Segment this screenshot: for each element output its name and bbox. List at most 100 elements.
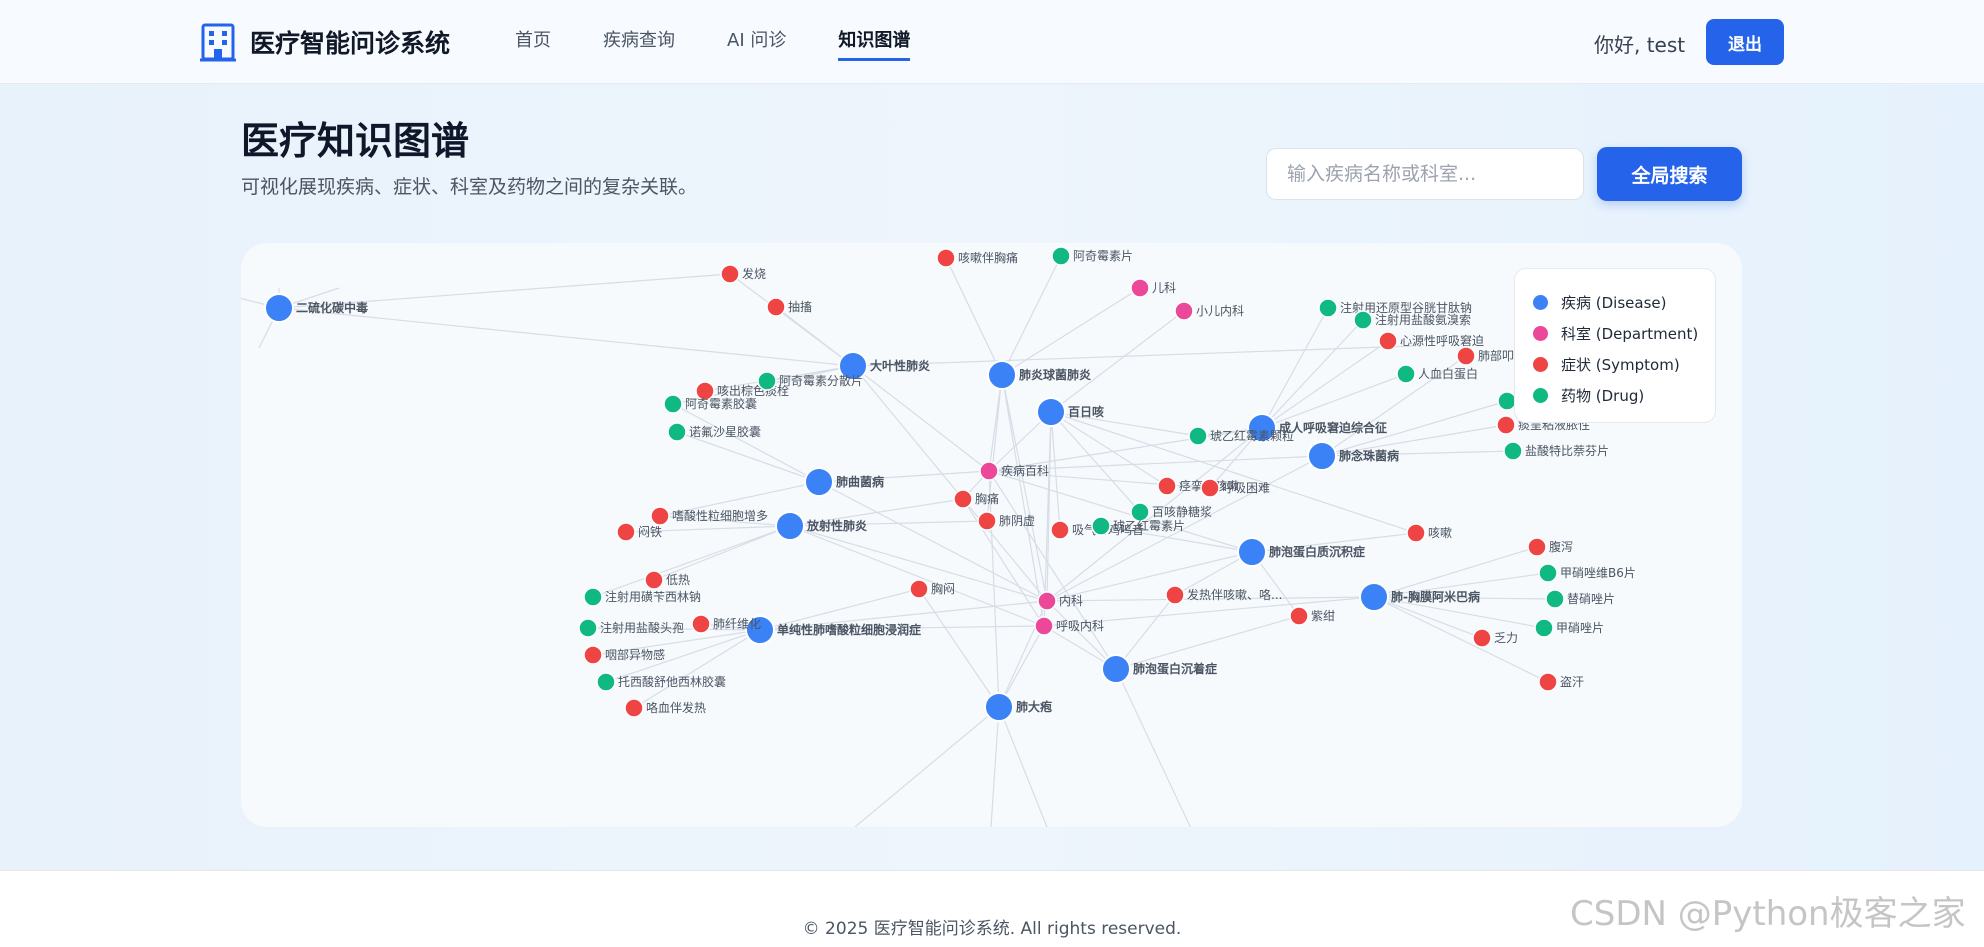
drug-node[interactable]: 人血白蛋白 xyxy=(1396,364,1478,384)
symptom-node-circle[interactable] xyxy=(1456,346,1476,366)
symptom-node[interactable]: 发热伴咳嗽、咯... xyxy=(1165,585,1282,605)
department-node[interactable]: 内科 xyxy=(1037,591,1083,611)
disease-node-circle[interactable] xyxy=(264,293,294,323)
symptom-node-circle[interactable] xyxy=(644,570,664,590)
disease-node[interactable]: 肺-胸膜阿米巴病 xyxy=(1359,582,1480,612)
symptom-node-circle[interactable] xyxy=(720,264,740,284)
symptom-node-circle[interactable] xyxy=(583,645,603,665)
disease-node[interactable]: 肺大疱 xyxy=(984,692,1052,722)
symptom-node[interactable]: 咳嗽 xyxy=(1406,523,1452,543)
symptom-node[interactable]: 肺纤维化 xyxy=(691,614,761,634)
disease-node-circle[interactable] xyxy=(1237,537,1267,567)
drug-node[interactable]: 琥乙红霉素片 xyxy=(1091,516,1185,536)
drug-node-circle[interactable] xyxy=(583,587,603,607)
drug-node-circle[interactable] xyxy=(1538,563,1558,583)
symptom-node[interactable]: 咯血伴发热 xyxy=(624,698,706,718)
drug-node[interactable]: 琥乙红霉素颗粒 xyxy=(1188,426,1294,446)
symptom-node[interactable]: 低热 xyxy=(644,570,690,590)
department-node-circle[interactable] xyxy=(1130,278,1150,298)
brand[interactable]: 医疗智能问诊系统 xyxy=(200,20,450,64)
symptom-node[interactable]: 抽搐 xyxy=(766,297,812,317)
disease-node[interactable]: 肺曲菌病 xyxy=(804,467,884,497)
symptom-node-circle[interactable] xyxy=(650,506,670,526)
drug-node-circle[interactable] xyxy=(1051,246,1071,266)
drug-node-circle[interactable] xyxy=(663,394,683,414)
knowledge-graph-canvas[interactable]: 二硫化碳中毒 大叶性肺炎 肺炎球菌肺炎 百日咳 成人呼吸窘迫综合征 肺念珠菌病 肺曲菌病 放射… xyxy=(241,243,1742,827)
logout-button[interactable]: 退出 xyxy=(1706,19,1784,65)
symptom-node[interactable]: 肺阴虚 xyxy=(977,511,1035,531)
drug-node-circle[interactable] xyxy=(1353,310,1373,330)
drug-node-circle[interactable] xyxy=(1188,426,1208,446)
symptom-node-circle[interactable] xyxy=(936,248,956,268)
symptom-node-circle[interactable] xyxy=(1200,478,1220,498)
drug-node[interactable]: 阿奇霉素胶囊 xyxy=(663,394,757,414)
drug-node-circle[interactable] xyxy=(1545,589,1565,609)
symptom-node-circle[interactable] xyxy=(1406,523,1426,543)
department-node[interactable]: 疾病百科 xyxy=(979,461,1049,481)
symptom-node-circle[interactable] xyxy=(1157,476,1177,496)
drug-node[interactable]: 甲硝唑维B6片 xyxy=(1538,563,1636,583)
symptom-node[interactable]: 盗汗 xyxy=(1538,672,1584,692)
disease-node-circle[interactable] xyxy=(804,467,834,497)
symptom-node-circle[interactable] xyxy=(1289,606,1309,626)
drug-node-circle[interactable] xyxy=(1396,364,1416,384)
drug-node[interactable]: 注射用盐酸头孢 xyxy=(578,618,684,638)
nav-knowledge-graph[interactable]: 知识图谱 xyxy=(838,26,911,61)
drug-node[interactable]: 替硝唑片 xyxy=(1545,589,1615,609)
department-node-circle[interactable] xyxy=(1174,301,1194,321)
department-node-circle[interactable] xyxy=(1037,591,1057,611)
symptom-node-circle[interactable] xyxy=(1472,628,1492,648)
search-input[interactable] xyxy=(1266,148,1584,200)
symptom-node[interactable]: 嗜酸性粒细胞增多 xyxy=(650,506,768,526)
symptom-node-circle[interactable] xyxy=(691,614,711,634)
department-node[interactable]: 儿科 xyxy=(1130,278,1176,298)
drug-node-circle[interactable] xyxy=(667,422,687,442)
drug-node-circle[interactable] xyxy=(1503,441,1523,461)
symptom-node-circle[interactable] xyxy=(953,489,973,509)
symptom-node-circle[interactable] xyxy=(1165,585,1185,605)
drug-node-circle[interactable] xyxy=(757,371,777,391)
symptom-node-circle[interactable] xyxy=(977,511,997,531)
drug-node-circle[interactable] xyxy=(1534,618,1554,638)
drug-node[interactable]: 托西酸舒他西林胶囊 xyxy=(596,672,726,692)
symptom-node[interactable]: 呼吸困难 xyxy=(1200,478,1270,498)
symptom-node-circle[interactable] xyxy=(1496,415,1516,435)
symptom-node-circle[interactable] xyxy=(1538,672,1558,692)
symptom-node-circle[interactable] xyxy=(1378,331,1398,351)
symptom-node-circle[interactable] xyxy=(1050,520,1070,540)
drug-node-circle[interactable] xyxy=(578,618,598,638)
symptom-node-circle[interactable] xyxy=(616,522,636,542)
disease-node-circle[interactable] xyxy=(1359,582,1389,612)
symptom-node[interactable]: 咳嗽伴胸痛 xyxy=(936,248,1018,268)
symptom-node-circle[interactable] xyxy=(1527,537,1547,557)
drug-node-circle[interactable] xyxy=(596,672,616,692)
disease-node-circle[interactable] xyxy=(775,511,805,541)
disease-node[interactable]: 肺炎球菌肺炎 xyxy=(987,360,1091,390)
symptom-node[interactable]: 腹泻 xyxy=(1527,537,1573,557)
global-search-button[interactable]: 全局搜索 xyxy=(1597,147,1742,201)
symptom-node-circle[interactable] xyxy=(909,579,929,599)
disease-node-circle[interactable] xyxy=(987,360,1017,390)
symptom-node[interactable]: 乏力 xyxy=(1472,628,1518,648)
nav-home[interactable]: 首页 xyxy=(515,26,551,61)
symptom-node[interactable]: 胸痛 xyxy=(953,489,999,509)
drug-node[interactable]: 阿奇霉素分散片 xyxy=(757,371,863,391)
symptom-node[interactable]: 胸闷 xyxy=(909,579,955,599)
disease-node[interactable]: 百日咳 xyxy=(1036,397,1104,427)
drug-node-circle[interactable] xyxy=(1318,298,1338,318)
disease-node-circle[interactable] xyxy=(1101,654,1131,684)
symptom-node[interactable]: 紫绀 xyxy=(1289,606,1335,626)
department-node-circle[interactable] xyxy=(1034,616,1054,636)
disease-node-circle[interactable] xyxy=(1036,397,1066,427)
drug-node[interactable]: 阿奇霉素片 xyxy=(1051,246,1133,266)
disease-node[interactable]: 单纯性肺嗜酸粒细胞浸润症 xyxy=(745,615,921,645)
department-node-circle[interactable] xyxy=(979,461,999,481)
symptom-node-circle[interactable] xyxy=(624,698,644,718)
disease-node-circle[interactable] xyxy=(1307,441,1337,471)
symptom-node[interactable]: 发烧 xyxy=(720,264,766,284)
department-node[interactable]: 小儿内科 xyxy=(1174,301,1244,321)
drug-node[interactable]: 诺氟沙星胶囊 xyxy=(667,422,761,442)
disease-node[interactable]: 肺泡蛋白沉着症 xyxy=(1101,654,1217,684)
nav-disease-search[interactable]: 疾病查询 xyxy=(603,26,675,61)
drug-node-circle[interactable] xyxy=(1091,516,1111,536)
